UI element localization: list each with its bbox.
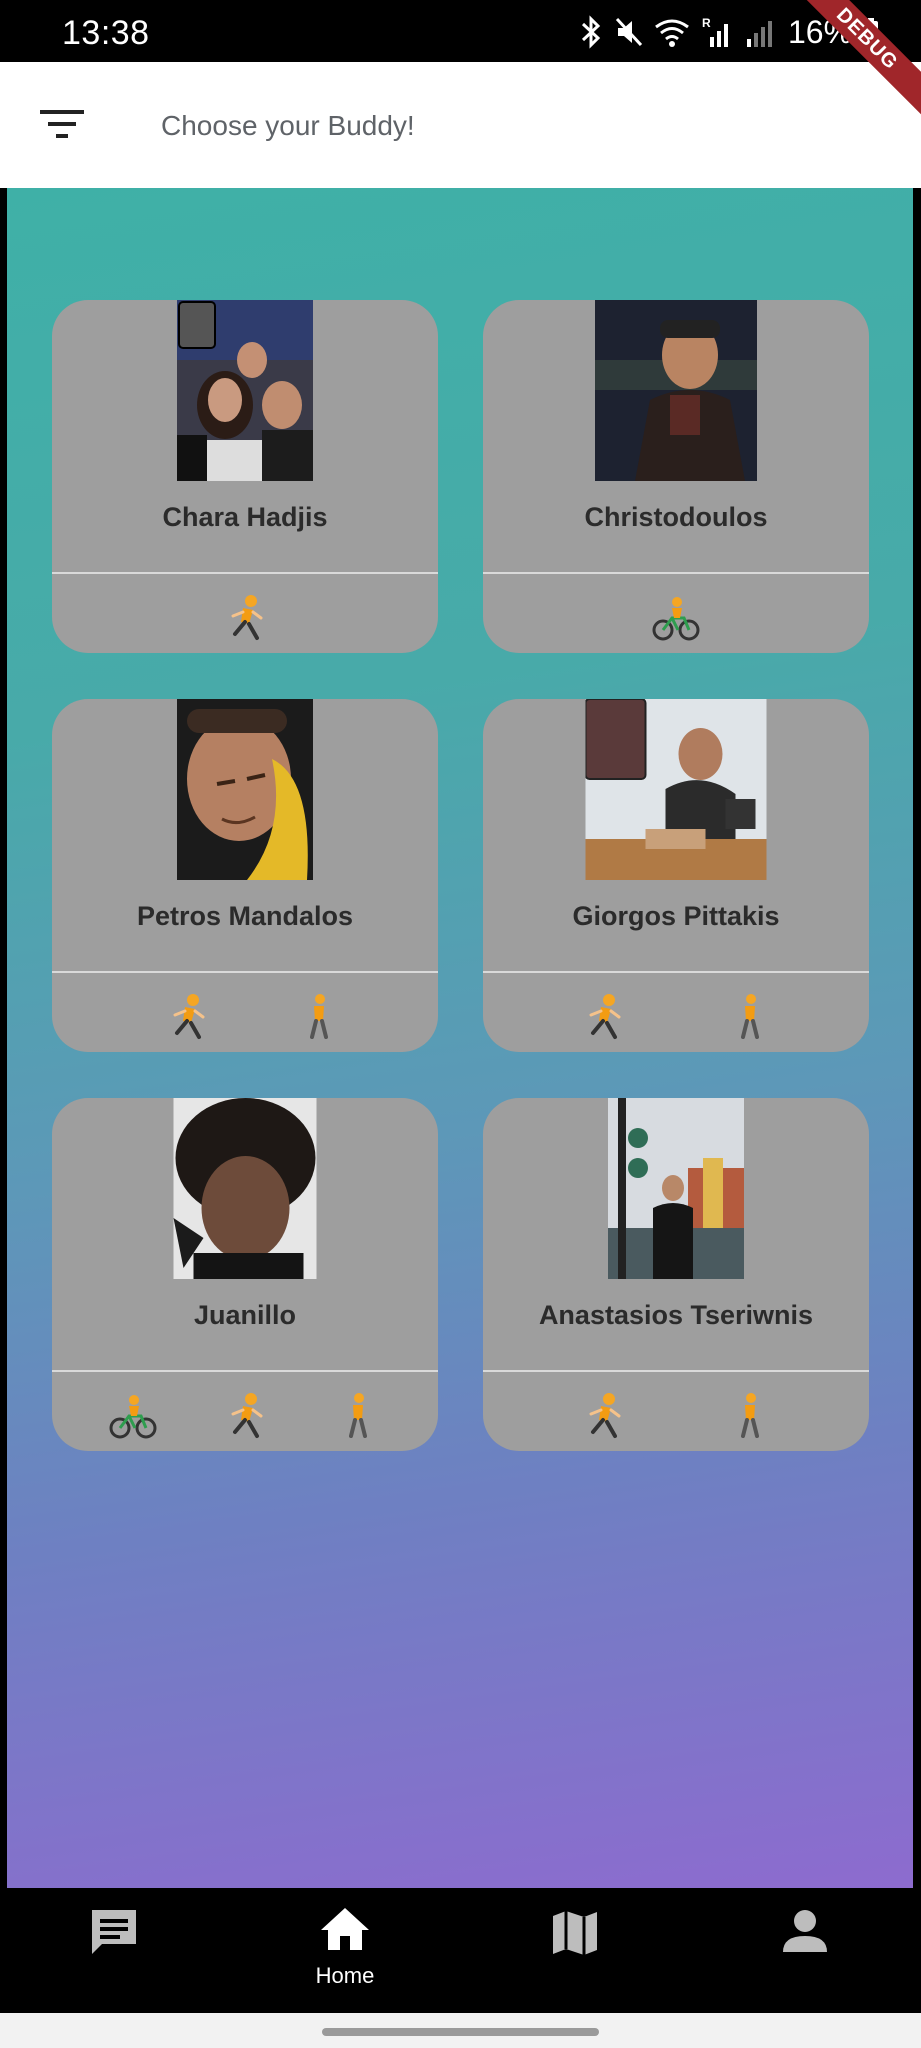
- status-time: 13:38: [62, 14, 150, 52]
- buddy-photo: [595, 300, 757, 481]
- running-icon: [579, 1392, 627, 1440]
- running-icon: [579, 993, 627, 1041]
- activity-row: [483, 574, 869, 653]
- bluetooth-icon: [578, 15, 604, 49]
- buddy-card[interactable]: Juanillo: [52, 1098, 438, 1451]
- person-icon: [779, 1906, 831, 1963]
- buddy-card[interactable]: Chara Hadjis: [52, 300, 438, 653]
- buddy-name: Juanillo: [193, 1300, 296, 1330]
- page-title: Choose your Buddy!: [161, 110, 415, 141]
- buddy-photo: [173, 1098, 317, 1279]
- running-icon: [163, 993, 211, 1041]
- buddy-name: Anastasios Tseriwnis: [538, 1300, 814, 1330]
- mute-icon: [614, 15, 644, 49]
- nav-item-chat[interactable]: [54, 1906, 174, 2006]
- buddy-card[interactable]: Anastasios Tseriwnis: [483, 1098, 869, 1451]
- activity-row: [52, 973, 438, 1052]
- walking-icon: [725, 1392, 773, 1440]
- activity-row: [483, 1372, 869, 1451]
- walking-icon: [725, 993, 773, 1041]
- activity-row: [483, 973, 869, 1052]
- running-icon: [221, 594, 269, 642]
- activity-row: [52, 1372, 438, 1451]
- cycling-icon: [652, 594, 700, 642]
- cycling-icon: [109, 1392, 157, 1440]
- walking-icon: [333, 1392, 381, 1440]
- running-icon: [221, 1392, 269, 1440]
- signal-icon: [744, 15, 774, 49]
- activity-row: [52, 574, 438, 653]
- home-icon: [319, 1906, 371, 1957]
- nav-item-home[interactable]: Home: [285, 1906, 405, 2006]
- home-gesture-handle[interactable]: [322, 2028, 599, 2036]
- filter-list-icon: [40, 108, 84, 145]
- signal-r-icon: R: [700, 15, 734, 49]
- buddy-name: Christodoulos: [584, 502, 768, 532]
- buddy-photo: [585, 699, 767, 880]
- buddy-grid: Chara Hadjis Christodoulos Petros Mandal…: [52, 300, 869, 1451]
- buddy-photo: [177, 699, 313, 880]
- buddy-photo: [177, 300, 313, 481]
- buddy-name: Chara Hadjis: [162, 502, 328, 532]
- main-content: Chara Hadjis Christodoulos Petros Mandal…: [7, 188, 913, 1888]
- wifi-icon: [654, 15, 690, 49]
- buddy-card[interactable]: Petros Mandalos: [52, 699, 438, 1052]
- system-navigation-bar: [0, 2013, 921, 2048]
- app-bar: Choose your Buddy!: [0, 62, 921, 188]
- nav-item-map[interactable]: [515, 1906, 635, 2006]
- chat-icon: [88, 1906, 140, 1963]
- nav-label-home: Home: [315, 1963, 375, 1988]
- nav-item-profile[interactable]: [745, 1906, 865, 2006]
- bottom-navigation: Home: [0, 1888, 921, 2013]
- buddy-photo: [608, 1098, 744, 1279]
- filter-menu-button[interactable]: [30, 94, 94, 158]
- buddy-card[interactable]: Giorgos Pittakis: [483, 699, 869, 1052]
- walking-icon: [294, 993, 342, 1041]
- buddy-name: Petros Mandalos: [136, 901, 354, 931]
- map-icon: [549, 1906, 601, 1963]
- buddy-card[interactable]: Christodoulos: [483, 300, 869, 653]
- buddy-name: Giorgos Pittakis: [572, 901, 780, 931]
- svg-text:R: R: [702, 16, 711, 30]
- status-bar: 13:38 R 16%: [0, 0, 921, 62]
